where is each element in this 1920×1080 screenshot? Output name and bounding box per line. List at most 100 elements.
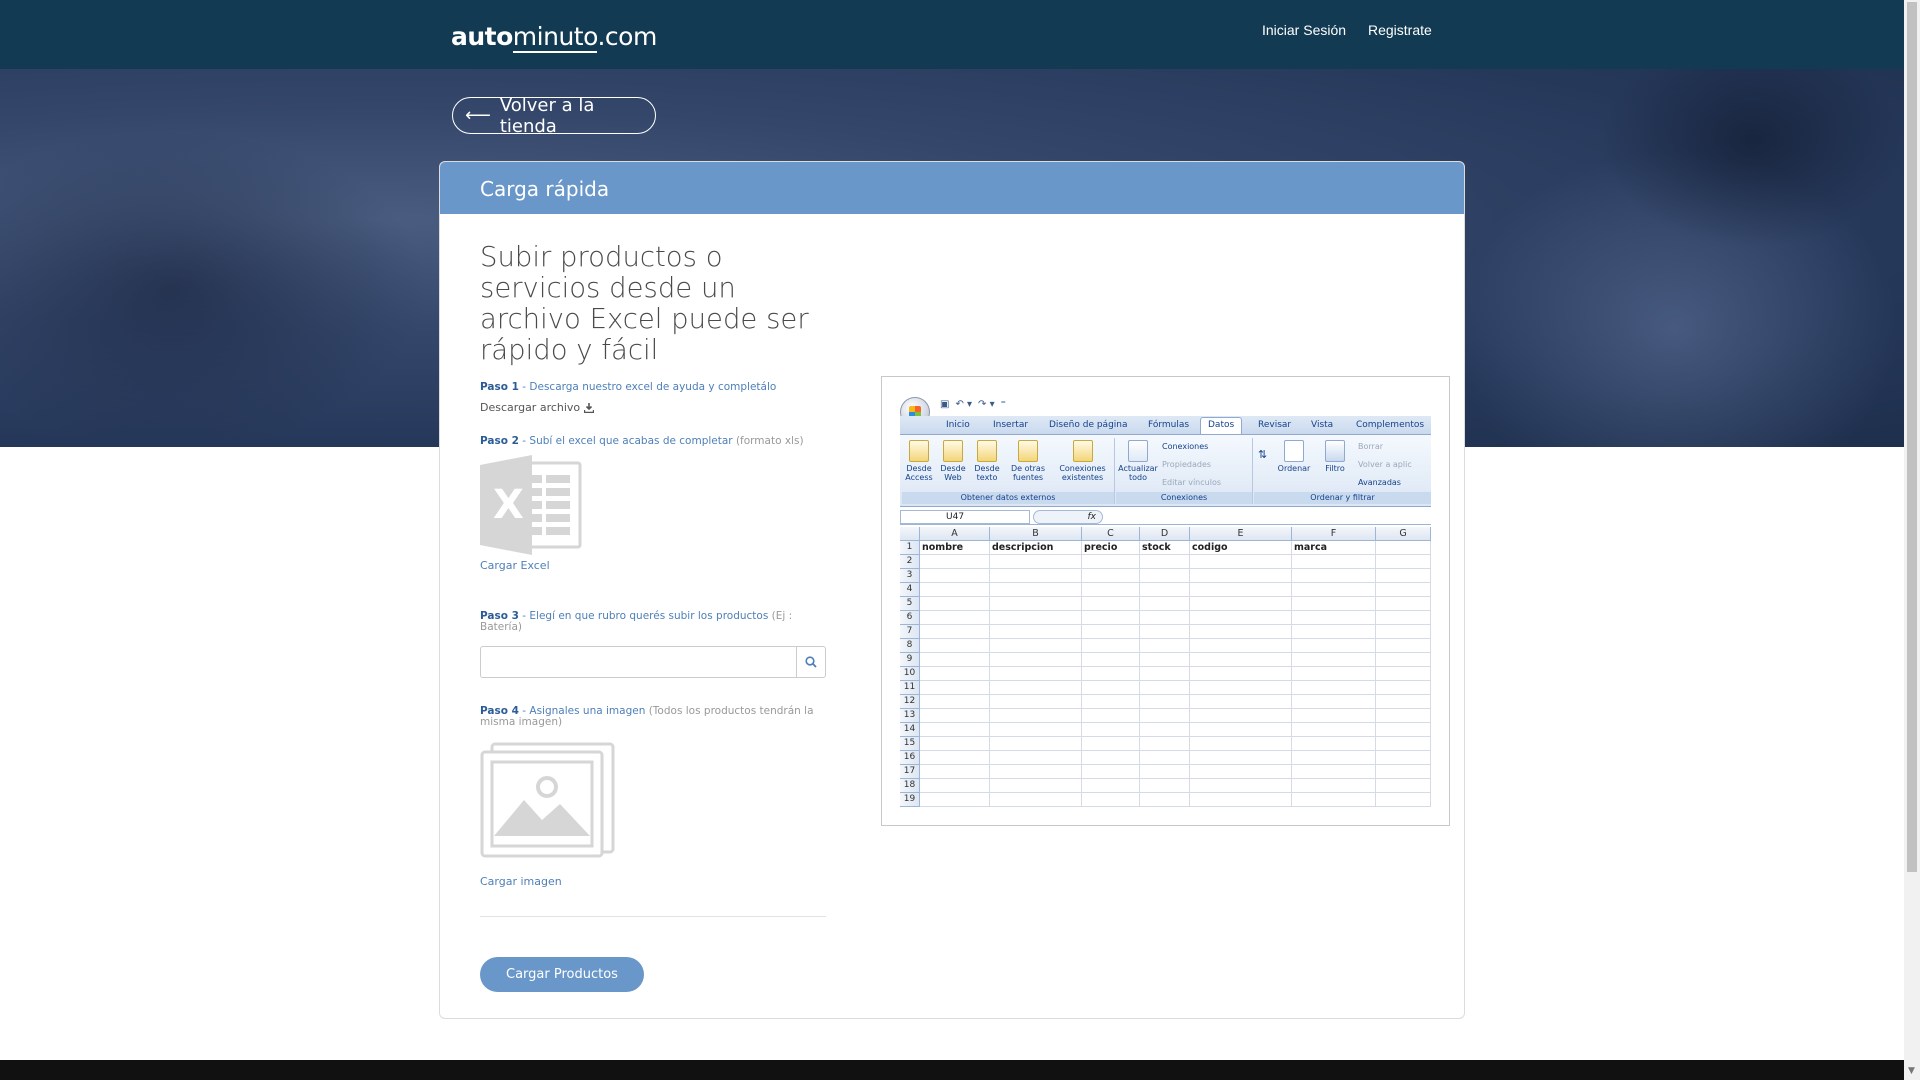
ribbon-group-external-data: Desde Access Desde Web Desde texto De ot… xyxy=(902,438,1115,504)
sheet-cell xyxy=(1140,583,1190,597)
row-header: 10 xyxy=(900,667,920,681)
download-file-link[interactable]: Descargar archivo xyxy=(480,401,826,414)
sheet-cell xyxy=(990,667,1082,681)
sheet-cell xyxy=(1190,611,1292,625)
sheet-cell xyxy=(1190,639,1292,653)
register-link[interactable]: Registrate xyxy=(1368,22,1432,38)
row-header: 13 xyxy=(900,709,920,723)
sheet-cell xyxy=(1292,751,1376,765)
quick-upload-card: Carga rápida Subir productos o servicios… xyxy=(439,161,1465,1019)
sheet-cell xyxy=(1292,709,1376,723)
sheet-cell xyxy=(1140,723,1190,737)
back-to-store-button[interactable]: ⟵ Volver a la tienda xyxy=(452,95,656,137)
ribbon-group-connections: Actualizar todo Conexiones Propiedades E… xyxy=(1116,438,1253,504)
search-button[interactable] xyxy=(796,646,826,678)
sheet-cell xyxy=(1376,723,1431,737)
ribbon-group-sort-filter: ⇅ Ordenar Filtro Borrar Volver a aplic A… xyxy=(1254,438,1431,504)
sheet-cell xyxy=(1140,625,1190,639)
sheet-row: 16 xyxy=(900,751,1431,765)
scroll-down-icon[interactable]: ▼ xyxy=(1908,1066,1915,1076)
sheet-cell xyxy=(990,723,1082,737)
upload-image-link[interactable]: Cargar imagen xyxy=(480,875,826,888)
sheet-cell xyxy=(990,625,1082,639)
sheet-cell xyxy=(1376,765,1431,779)
sheet-cell xyxy=(990,737,1082,751)
sheet-cell xyxy=(1140,709,1190,723)
divider xyxy=(480,916,826,917)
sheet-cell xyxy=(920,709,990,723)
sheet-cell xyxy=(920,639,990,653)
sheet-cell: descripcion xyxy=(990,541,1082,555)
sheet-cell xyxy=(1376,625,1431,639)
category-search-input[interactable] xyxy=(480,646,797,678)
sheet-cell xyxy=(1140,667,1190,681)
name-box: U47 xyxy=(900,510,1030,524)
sheet-cell xyxy=(1190,681,1292,695)
sheet-cell xyxy=(1376,709,1431,723)
row-header: 8 xyxy=(900,639,920,653)
sheet-cell xyxy=(920,681,990,695)
svg-text:X: X xyxy=(493,482,524,528)
sheet-cell xyxy=(990,793,1082,807)
sheet-row: 7 xyxy=(900,625,1431,639)
sheet-cell xyxy=(1376,639,1431,653)
category-search xyxy=(480,646,826,678)
site-logo[interactable]: autominuto.com xyxy=(451,22,657,53)
sheet-cell xyxy=(1292,793,1376,807)
excel-tab-active: Datos xyxy=(1200,417,1243,434)
excel-window: ▣ ↶ ▾ ↷ ▾ ⁼ Inicio Insertar Diseño de págin… xyxy=(900,395,1431,810)
fx-icon: fx xyxy=(1033,510,1103,524)
sheet-cell xyxy=(1292,681,1376,695)
row-header: 5 xyxy=(900,597,920,611)
sheet-row: 5 xyxy=(900,597,1431,611)
sheet-cell xyxy=(920,723,990,737)
sheet-cell xyxy=(1082,793,1140,807)
sheet-row: 4 xyxy=(900,583,1431,597)
sheet-cell xyxy=(1190,765,1292,779)
sheet-cell xyxy=(1082,639,1140,653)
sheet-cell xyxy=(1082,653,1140,667)
sheet-cell xyxy=(990,555,1082,569)
sheet-cell xyxy=(1376,555,1431,569)
sheet-cell xyxy=(1292,555,1376,569)
sheet-cell xyxy=(1292,653,1376,667)
sheet-cell xyxy=(1376,737,1431,751)
upload-products-button[interactable]: Cargar Productos xyxy=(480,957,644,992)
image-placeholder-icon[interactable] xyxy=(480,742,615,858)
sheet-cell xyxy=(990,653,1082,667)
sheet-cell xyxy=(1082,583,1140,597)
sheet-cell xyxy=(990,611,1082,625)
sheet-cell xyxy=(920,765,990,779)
sheet-row: 1 nombre descripcion precio stock codigo marca xyxy=(900,541,1431,555)
download-icon xyxy=(584,402,595,413)
sheet-cell xyxy=(1292,667,1376,681)
step-1: Paso 1 - Descarga nuestro excel de ayuda… xyxy=(480,381,777,393)
login-link[interactable]: Iniciar Sesión xyxy=(1262,22,1346,38)
sheet-cell xyxy=(1190,569,1292,583)
sheet-cell xyxy=(1140,751,1190,765)
sheet-cell xyxy=(920,751,990,765)
column-header: D xyxy=(1140,527,1190,541)
sheet-cell xyxy=(990,639,1082,653)
upload-excel-link[interactable]: Cargar Excel xyxy=(480,559,826,572)
qat-menu-icon: ⁼ xyxy=(1000,399,1006,410)
sheet-cell xyxy=(1190,751,1292,765)
step-2: Paso 2 - Subí el excel que acabas de com… xyxy=(480,435,804,447)
sheet-cell xyxy=(1376,681,1431,695)
scrollbar-thumb[interactable] xyxy=(1907,2,1917,872)
sheet-cell xyxy=(1082,569,1140,583)
sheet-cell xyxy=(920,695,990,709)
page-scrollbar[interactable]: ▼ xyxy=(1904,0,1920,1080)
top-navbar: autominuto.com Iniciar Sesión Registrate xyxy=(0,0,1904,69)
sheet-cell xyxy=(1140,765,1190,779)
excel-tab: Vista xyxy=(1311,420,1334,430)
sheet-cell xyxy=(1140,779,1190,793)
sheet-cell xyxy=(920,737,990,751)
sheet-cell xyxy=(920,779,990,793)
sheet-cell xyxy=(1082,625,1140,639)
sheet-cell xyxy=(1140,639,1190,653)
row-header: 11 xyxy=(900,681,920,695)
excel-file-icon[interactable]: X xyxy=(480,455,582,555)
sheet-cell xyxy=(1190,779,1292,793)
sheet-row: 8 xyxy=(900,639,1431,653)
